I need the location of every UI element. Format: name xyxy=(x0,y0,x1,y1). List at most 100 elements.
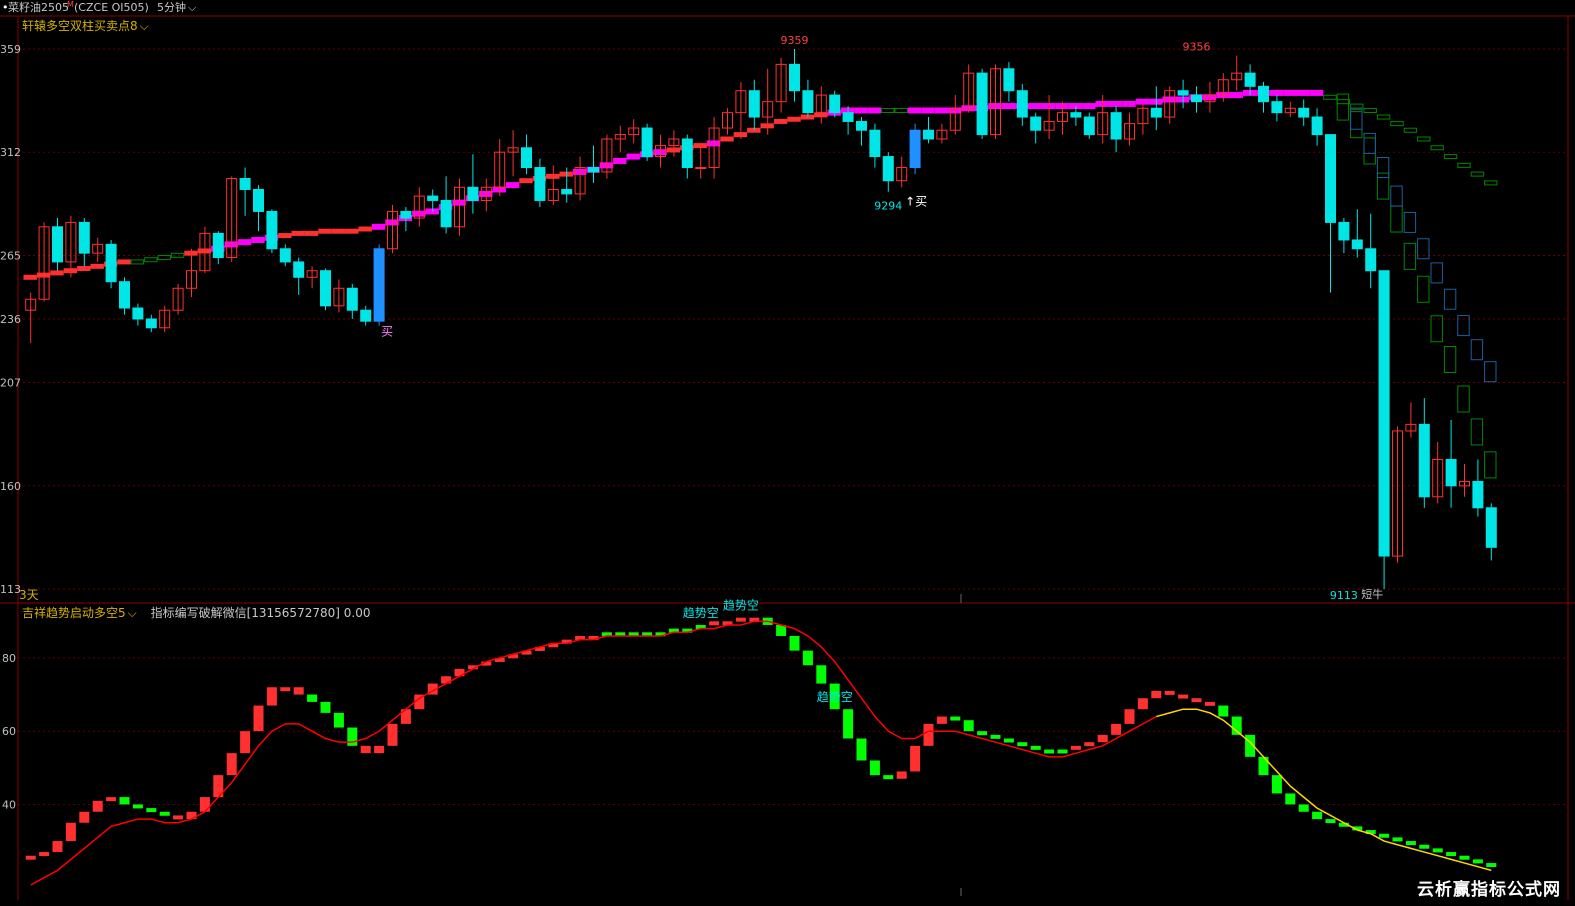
momentum-bar xyxy=(1325,819,1336,824)
stop-stair-green xyxy=(1363,137,1376,165)
momentum-bar xyxy=(360,745,371,754)
candle-body xyxy=(1191,94,1202,103)
candle-body xyxy=(1485,507,1497,548)
candle-body xyxy=(279,248,291,263)
candle-body xyxy=(1365,248,1377,272)
support-line-segment xyxy=(304,230,319,236)
momentum-bar xyxy=(1218,705,1229,717)
high-price-label: 9359 xyxy=(781,34,809,47)
support-line-segment xyxy=(881,107,895,113)
stop-stair-blue xyxy=(1390,185,1403,207)
support-line-segment xyxy=(1376,114,1391,120)
candle-body xyxy=(842,112,854,122)
stop-stair-blue xyxy=(1430,262,1443,284)
support-line-segment xyxy=(130,259,145,265)
support-line-segment xyxy=(1457,162,1471,168)
momentum-bar xyxy=(146,808,157,813)
stop-stair-blue xyxy=(1470,339,1484,361)
momentum-bar xyxy=(963,720,974,732)
momentum-bar xyxy=(1432,848,1443,853)
support-line-segment xyxy=(1403,127,1418,133)
days-label: 3天 xyxy=(19,588,39,602)
support-line-segment xyxy=(1443,154,1458,160)
support-line-segment xyxy=(1028,103,1042,110)
support-line-segment xyxy=(251,236,265,243)
momentum-bar xyxy=(1124,709,1135,724)
candle-body xyxy=(534,167,546,201)
support-line-segment xyxy=(77,266,91,272)
support-line-segment xyxy=(1336,99,1351,105)
y-tick-label: 160 xyxy=(0,480,21,493)
momentum-bar xyxy=(1057,749,1068,754)
support-line-segment xyxy=(90,263,104,269)
stop-stair-blue xyxy=(1403,211,1417,233)
candle-body xyxy=(346,287,358,311)
momentum-bar xyxy=(789,635,800,651)
support-line-segment xyxy=(787,116,801,122)
momentum-bar xyxy=(347,727,358,746)
support-line-segment xyxy=(371,223,386,230)
support-line-segment xyxy=(117,259,131,265)
momentum-bar xyxy=(1392,837,1403,842)
momentum-bar xyxy=(1459,855,1470,860)
support-line-segment xyxy=(720,136,734,142)
y-tick-label: 312 xyxy=(0,146,21,159)
candle-body xyxy=(145,318,157,329)
candle-body xyxy=(1030,116,1042,131)
candle-body xyxy=(373,248,385,322)
momentum-bar xyxy=(1151,690,1162,699)
momentum-bar xyxy=(1285,793,1296,805)
candle-body xyxy=(923,129,934,140)
momentum-bar xyxy=(1298,804,1309,812)
momentum-bar xyxy=(910,745,921,772)
support-line-segment xyxy=(921,107,935,114)
support-line-segment xyxy=(345,228,359,234)
trend-label: 趋势空 xyxy=(683,606,719,620)
support-line-segment xyxy=(854,107,868,114)
momentum-bar xyxy=(1164,690,1175,695)
candle-body xyxy=(105,243,117,283)
support-line-segment xyxy=(1470,171,1485,177)
candle-body xyxy=(1472,480,1484,509)
support-line-segment xyxy=(505,182,520,189)
candle-body xyxy=(253,188,264,212)
y-tick-label: 60 xyxy=(2,725,16,738)
momentum-bar xyxy=(802,650,813,666)
momentum-bar xyxy=(977,731,988,736)
support-line-segment xyxy=(1430,145,1444,151)
candle-body xyxy=(856,120,867,131)
support-line-segment xyxy=(278,233,292,239)
stop-stair-green xyxy=(1336,93,1350,121)
candle-body xyxy=(1110,112,1122,140)
momentum-bar xyxy=(253,705,264,732)
stop-stair-green xyxy=(1417,275,1430,303)
candle-body xyxy=(1177,90,1189,96)
stop-stair-green xyxy=(1470,418,1484,446)
candle-body xyxy=(1016,90,1028,118)
momentum-bar xyxy=(1191,698,1202,703)
momentum-bar xyxy=(1111,723,1122,735)
candle-body xyxy=(789,63,800,92)
candle-body xyxy=(561,188,573,195)
momentum-bar xyxy=(333,712,344,728)
signal-line-red xyxy=(30,620,1157,886)
momentum-bar xyxy=(1070,745,1081,750)
support-line-segment xyxy=(1229,92,1243,99)
support-line-segment xyxy=(1269,89,1284,96)
momentum-bar xyxy=(735,617,746,622)
stop-stair-blue xyxy=(1417,238,1430,260)
signal-line-yellow xyxy=(1156,708,1492,872)
candle-body xyxy=(467,186,479,201)
momentum-bar xyxy=(226,753,237,776)
trend-label: 趋势空 xyxy=(723,599,759,613)
momentum-bar xyxy=(816,665,827,684)
support-line-segment xyxy=(23,274,37,280)
y-tick-label: 236 xyxy=(0,313,21,326)
y-tick-label: 207 xyxy=(0,377,21,390)
momentum-bar xyxy=(1030,745,1041,750)
support-line-segment xyxy=(1135,98,1150,105)
momentum-bar xyxy=(387,723,398,746)
stop-stair-green xyxy=(1457,385,1470,413)
support-line-segment xyxy=(291,230,305,236)
support-line-segment xyxy=(894,107,908,113)
